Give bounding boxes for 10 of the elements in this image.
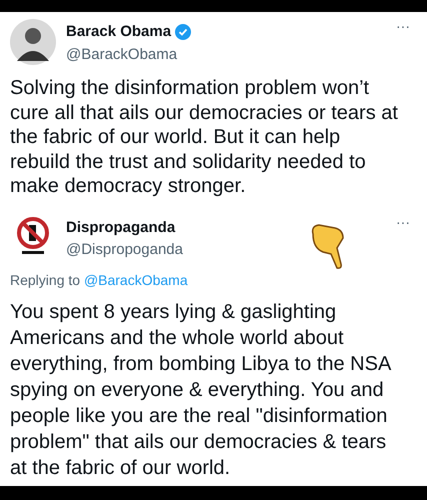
username[interactable]: @BarackObama: [66, 44, 386, 66]
tweet-text: Solving the disinformation problem won’t cure all that ails our democracies or tears at the fabric of our world. But it can help rebuild the trust and solidarity needed to make democracy stronger.: [9, 76, 399, 198]
tweet-text: You spent 8 years lying & gaslighting Americans and the whole world about everything, from bombing Libya to the NSA spying on everyone & everything. You and people like you are the real "disinformation problem" that ails our democracies & tears at the fabric of our world.: [9, 300, 392, 480]
more-options-button[interactable]: ···: [396, 214, 420, 228]
more-options-button[interactable]: ···: [396, 19, 420, 33]
reply-context: Replying to @BarackObama: [10, 270, 188, 290]
display-name[interactable]: Barack Obama: [66, 21, 172, 44]
username[interactable]: @Dispropoganda: [66, 239, 386, 262]
display-name[interactable]: Dispropaganda: [66, 216, 176, 239]
avatar-icon: [10, 19, 56, 65]
